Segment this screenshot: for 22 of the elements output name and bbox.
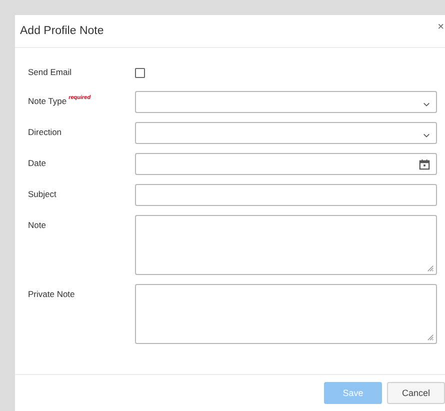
subject-input[interactable]: [135, 184, 437, 206]
cancel-button[interactable]: Cancel: [387, 382, 445, 404]
field-label: Date: [28, 158, 46, 168]
field-label: Note: [28, 220, 46, 230]
select-field[interactable]: [135, 91, 437, 113]
text-area[interactable]: [135, 215, 437, 275]
field-label: Note Type: [28, 96, 67, 106]
send-email-checkbox[interactable]: [135, 68, 145, 78]
field-label: Send Email: [28, 67, 72, 77]
field-label: Direction: [28, 127, 62, 137]
date-field[interactable]: [135, 153, 437, 175]
select-field[interactable]: [135, 122, 437, 144]
close-button[interactable]: ×: [436, 21, 445, 33]
chevron-down-icon: [423, 132, 430, 138]
calendar-icon[interactable]: [419, 158, 430, 170]
text-area[interactable]: [135, 284, 437, 344]
chevron-down-icon: [423, 102, 430, 106]
resize-grip-icon[interactable]: [427, 334, 434, 341]
field-label: Private Note: [28, 289, 75, 299]
resize-grip-icon[interactable]: [427, 265, 434, 272]
dialog-title: Add Profile Note: [20, 25, 104, 37]
field-label: Subject: [28, 189, 56, 199]
